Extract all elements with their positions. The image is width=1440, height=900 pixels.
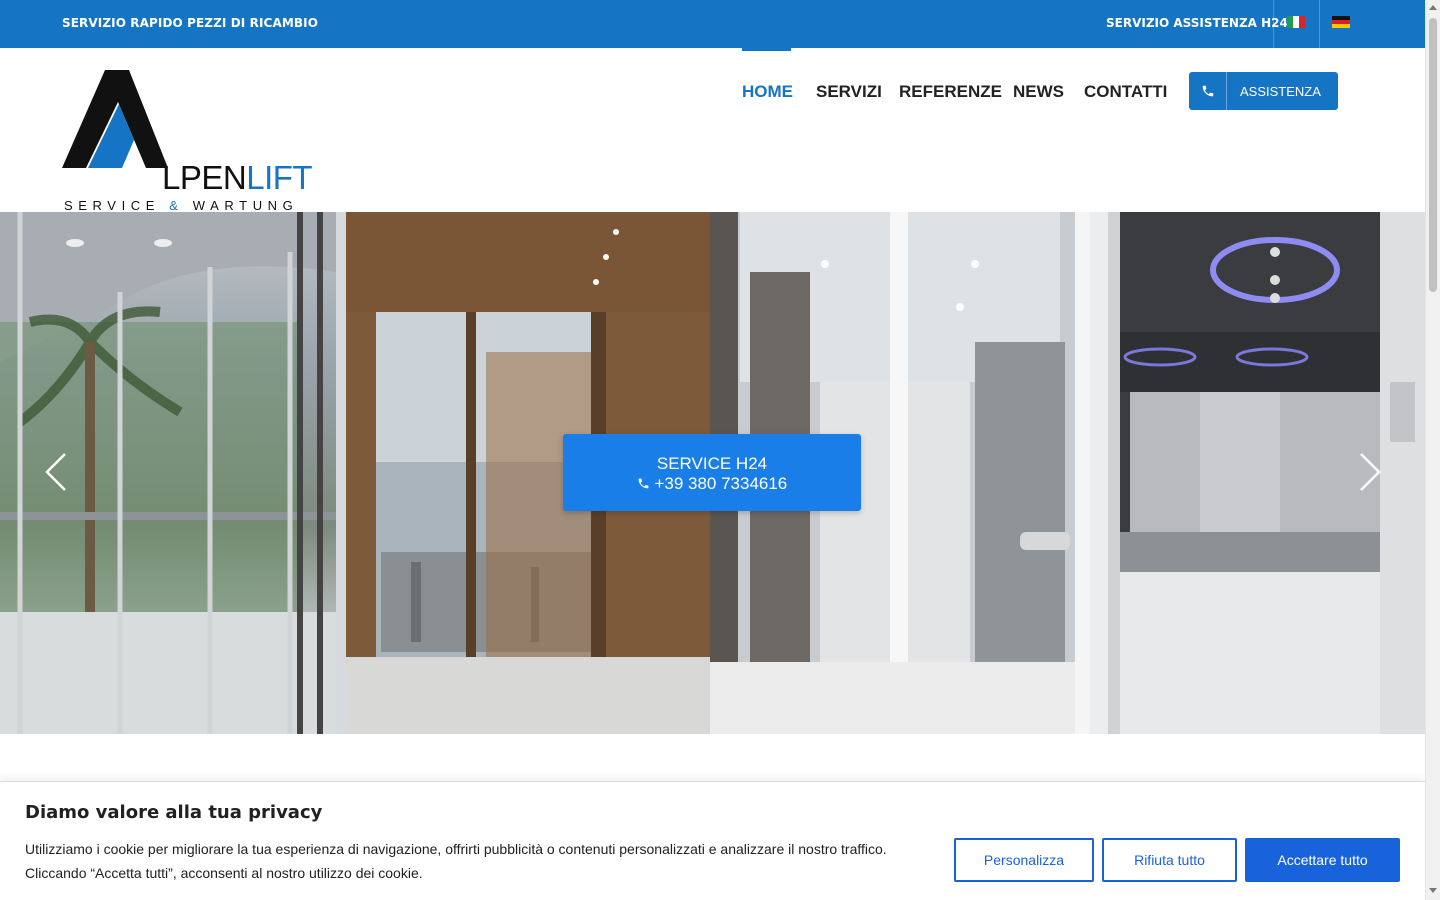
cookie-accept-button[interactable]: Accettare tutto bbox=[1245, 838, 1400, 882]
cta-title: SERVICE H24 bbox=[656, 454, 768, 473]
assistance-button[interactable]: ASSISTENZA bbox=[1189, 72, 1338, 110]
topbar-spare-parts-text: SERVIZIO RAPIDO PEZZI DI RICAMBIO bbox=[62, 16, 318, 30]
nav-contatti[interactable]: CONTATTI bbox=[1084, 82, 1167, 102]
service-h24-cta[interactable]: SERVICE H24 +39 380 7334616 bbox=[563, 434, 861, 511]
top-bar: SERVIZIO RAPIDO PEZZI DI RICAMBIO SERVIZ… bbox=[0, 0, 1425, 48]
cookie-customize-button[interactable]: Personalizza bbox=[954, 838, 1094, 882]
logo-tagline: SERVICE & WARTUNG bbox=[64, 198, 299, 213]
it-flag-icon[interactable] bbox=[1287, 16, 1305, 28]
cookie-consent-banner: Diamo valore alla tua privacy Utilizziam… bbox=[0, 781, 1425, 900]
assistance-button-label: ASSISTENZA bbox=[1240, 84, 1321, 99]
chevron-left-icon[interactable] bbox=[43, 452, 69, 492]
scrollbar-thumb[interactable] bbox=[1429, 18, 1437, 292]
nav-servizi[interactable]: SERVIZI bbox=[816, 82, 882, 102]
phone-icon bbox=[1189, 72, 1227, 110]
cta-phone-number: +39 380 7334616 bbox=[654, 474, 788, 493]
phone-icon bbox=[638, 478, 649, 489]
hero-slider: SERVICE H24 +39 380 7334616 bbox=[0, 212, 1425, 734]
cookie-reject-button[interactable]: Rifiuta tutto bbox=[1102, 838, 1237, 882]
cta-phone-line: +39 380 7334616 bbox=[563, 474, 861, 494]
nav-news[interactable]: NEWS bbox=[1013, 82, 1064, 102]
topbar-divider bbox=[1273, 0, 1274, 48]
logo-wordmark: LPENLIFT bbox=[162, 159, 313, 196]
site-header: LPENLIFT SERVICE & WARTUNG HOME SERVIZI … bbox=[0, 48, 1425, 213]
topbar-assistance-text: SERVIZIO ASSISTENZA H24 bbox=[1106, 16, 1288, 30]
cookie-title: Diamo valore alla tua privacy bbox=[25, 802, 323, 823]
nav-active-indicator bbox=[742, 48, 791, 51]
nav-home[interactable]: HOME bbox=[742, 82, 793, 102]
de-flag-icon[interactable] bbox=[1332, 16, 1350, 28]
scroll-up-icon[interactable] bbox=[1429, 5, 1437, 10]
topbar-divider bbox=[1319, 0, 1320, 48]
cookie-description: Utilizziamo i cookie per migliorare la t… bbox=[25, 841, 887, 881]
scroll-down-icon[interactable] bbox=[1429, 888, 1437, 893]
nav-referenze[interactable]: REFERENZE bbox=[899, 82, 1002, 102]
alpenlift-logo[interactable]: LPENLIFT SERVICE & WARTUNG bbox=[62, 68, 313, 213]
page-scrollbar[interactable] bbox=[1425, 0, 1440, 900]
chevron-right-icon[interactable] bbox=[1357, 452, 1383, 492]
